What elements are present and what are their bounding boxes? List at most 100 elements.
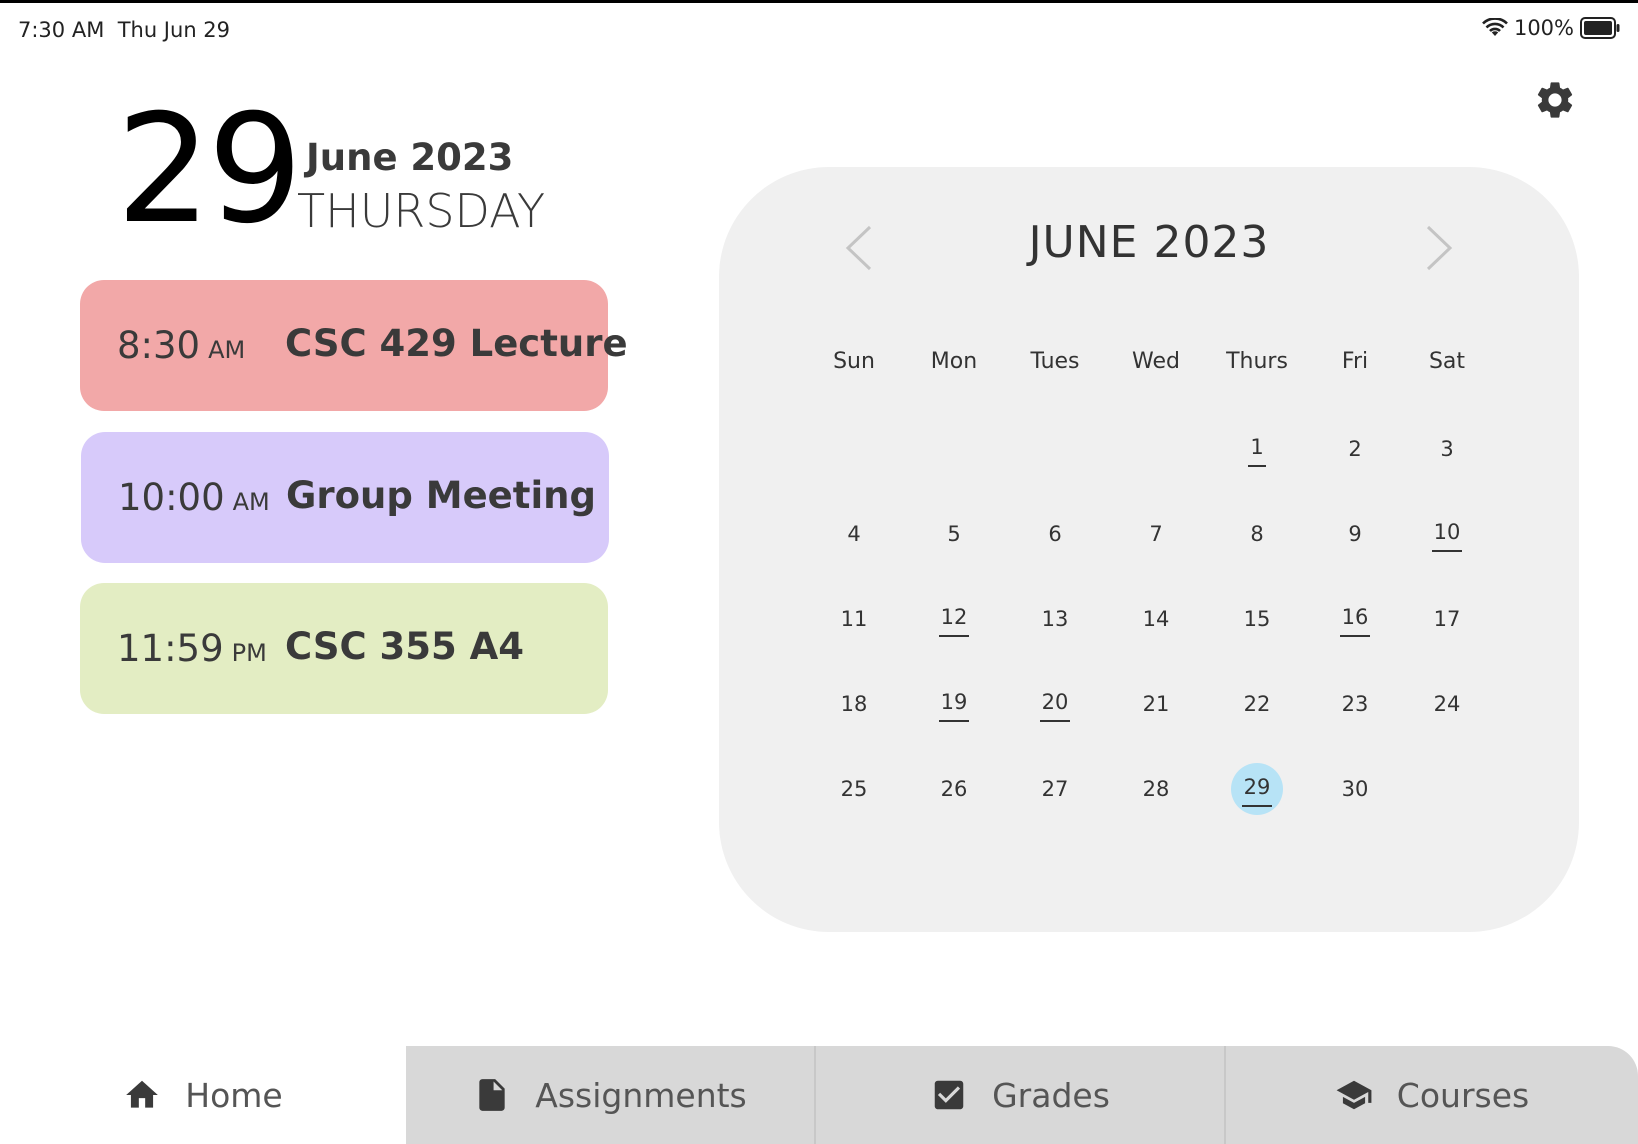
calendar-day[interactable]: 8 [1231,508,1283,560]
calendar-day[interactable]: 22 [1231,678,1283,730]
calendar-day[interactable]: 19 [928,678,980,730]
current-month-year: June 2023 [306,136,514,179]
tab-home[interactable]: Home [0,1046,406,1144]
document-icon [479,1079,505,1111]
event-title: Group Meeting [286,474,596,517]
calendar-day[interactable]: 10 [1421,508,1473,560]
calendar-day-number: 2 [1348,437,1362,461]
event-time-ampm: PM [231,639,267,667]
tab-courses-label: Courses [1396,1075,1530,1115]
calendar-day[interactable]: 24 [1421,678,1473,730]
calendar-day-number: 9 [1348,522,1362,546]
tab-grades[interactable]: Grades [816,1046,1226,1144]
calendar-day[interactable]: 3 [1421,423,1473,475]
bottom-tab-bar: Home Assignments Grades Courses [0,1046,1638,1144]
calendar-day-number: 17 [1433,607,1461,631]
calendar-day[interactable]: 20 [1029,678,1081,730]
calendar-day-number: 12 [938,605,970,637]
calendar-day-number: 5 [947,522,961,546]
event-time-ampm: AM [208,336,246,364]
weekday-header: Fri [1341,349,1369,374]
tab-home-label: Home [185,1075,283,1115]
calendar-day-number: 14 [1142,607,1170,631]
calendar-day-number: 24 [1433,692,1461,716]
calendar-day[interactable]: 13 [1029,593,1081,645]
calendar-day[interactable]: 16 [1329,593,1381,645]
tab-grades-label: Grades [992,1075,1110,1115]
calendar-day-number: 18 [840,692,868,716]
event-time-ampm: AM [232,488,270,516]
event-time: 10:00 AM [118,476,270,519]
weekday-header: Sun [833,349,875,374]
calendar-day-number: 25 [840,777,868,801]
calendar-day-number: 4 [847,522,861,546]
calendar-day-today[interactable]: 29 [1231,763,1283,815]
tab-courses[interactable]: Courses [1226,1046,1638,1144]
calendar-day[interactable]: 21 [1130,678,1182,730]
event-time: 11:59 PM [117,627,267,670]
calendar-day-number: 10 [1431,520,1463,552]
calendar-day[interactable]: 6 [1029,508,1081,560]
event-card[interactable]: 8:30 AM CSC 429 Lecture [80,280,628,411]
wifi-icon [1482,18,1508,36]
event-time-value: 11:59 [117,627,224,670]
calendar-day-number: 30 [1341,777,1369,801]
current-weekday: THURSDAY [297,184,546,238]
calendar-day-number: 28 [1142,777,1170,801]
calendar-day[interactable]: 1 [1231,423,1283,475]
event-card[interactable]: 11:59 PM CSC 355 A4 [80,583,608,714]
battery-percent: 100% [1513,16,1574,40]
battery-icon [1580,17,1620,39]
tab-assignments-label: Assignments [535,1075,747,1115]
calendar-day[interactable]: 7 [1130,508,1182,560]
event-card[interactable]: 10:00 AM Group Meeting [81,432,609,563]
checkbox-icon [934,1080,964,1110]
event-title: CSC 429 Lecture [285,322,628,365]
calendar-day[interactable]: 4 [828,508,880,560]
chevron-right-icon[interactable] [1424,224,1454,272]
calendar-day-number: 19 [938,690,970,722]
calendar-day[interactable]: 28 [1130,763,1182,815]
calendar-day-number: 23 [1341,692,1369,716]
calendar-day[interactable]: 30 [1329,763,1381,815]
calendar-day-number: 29 [1241,775,1273,807]
calendar-day[interactable]: 26 [928,763,980,815]
calendar-day[interactable]: 12 [928,593,980,645]
calendar-day[interactable]: 18 [828,678,880,730]
event-time-value: 8:30 [117,324,201,367]
calendar-day[interactable]: 2 [1329,423,1381,475]
calendar-day[interactable]: 17 [1421,593,1473,645]
status-date: Thu Jun 29 [117,18,231,42]
calendar-day-number: 26 [940,777,968,801]
weekday-header: Wed [1132,349,1180,374]
calendar-day[interactable]: 25 [828,763,880,815]
calendar-day-number: 8 [1250,522,1264,546]
weekday-header: Thurs [1226,349,1288,374]
calendar-day[interactable]: 27 [1029,763,1081,815]
calendar-day-number: 15 [1243,607,1271,631]
status-time: 7:30 AM [18,18,105,42]
calendar-day-number: 20 [1039,690,1071,722]
calendar-day[interactable]: 11 [828,593,880,645]
calendar-day-number: 27 [1041,777,1069,801]
event-time: 8:30 AM [117,324,245,367]
event-time-value: 10:00 [118,476,225,519]
status-time-date: 7:30 AM Thu Jun 29 [18,18,230,42]
calendar-day[interactable]: 9 [1329,508,1381,560]
event-title: CSC 355 A4 [285,625,525,668]
calendar-day[interactable]: 14 [1130,593,1182,645]
house-icon [126,1080,159,1108]
calendar-day[interactable]: 23 [1329,678,1381,730]
calendar-day-number: 22 [1243,692,1271,716]
status-bar: 7:30 AM Thu Jun 29 100% [0,3,1638,57]
calendar-day-number: 21 [1142,692,1170,716]
gear-icon[interactable] [1533,78,1577,122]
calendar-day-number: 11 [840,607,868,631]
calendar-day-number: 6 [1048,522,1062,546]
tab-assignments[interactable]: Assignments [406,1046,816,1144]
weekday-header: Mon [930,349,978,374]
calendar-day-number: 16 [1339,605,1371,637]
calendar-day[interactable]: 15 [1231,593,1283,645]
weekday-header: Sat [1428,349,1466,374]
calendar-day[interactable]: 5 [928,508,980,560]
